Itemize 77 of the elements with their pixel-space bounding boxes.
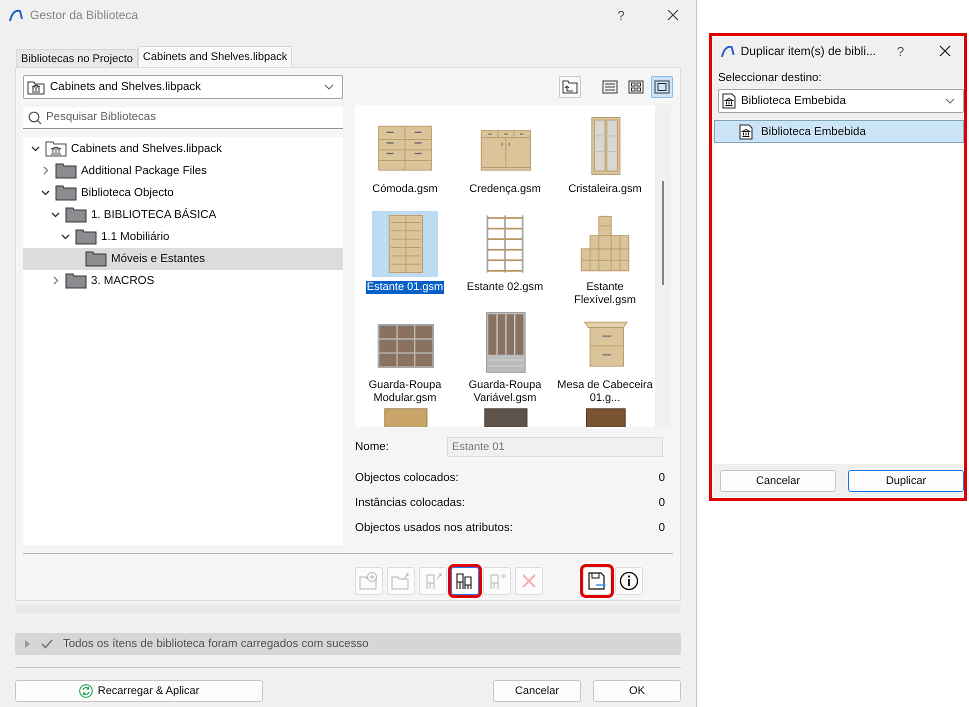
folder-icon bbox=[65, 272, 87, 289]
folder-icon bbox=[75, 228, 97, 245]
view-button[interactable] bbox=[559, 76, 581, 98]
grid-view-icon bbox=[628, 80, 644, 94]
folder-export-icon bbox=[391, 571, 411, 591]
app-logo-icon bbox=[8, 7, 24, 23]
library-icon bbox=[27, 78, 45, 95]
destination-item[interactable]: Biblioteca Embebida bbox=[714, 120, 964, 143]
close-icon bbox=[667, 9, 679, 21]
ok-button[interactable]: OK bbox=[593, 680, 681, 702]
reload-apply-button[interactable]: Recarregar & Aplicar bbox=[15, 680, 263, 702]
close-icon bbox=[938, 45, 950, 57]
tree-item[interactable]: 3. MACROS bbox=[23, 270, 343, 292]
search-field[interactable]: Pesquisar Bibliotecas bbox=[23, 106, 343, 129]
tab[interactable]: Bibliotecas no Projecto bbox=[16, 49, 138, 67]
app-logo-icon bbox=[720, 43, 736, 59]
stat-label: Objectos colocados: bbox=[355, 472, 459, 484]
object-item[interactable]: Cristaleira.gsm bbox=[555, 113, 655, 211]
stat-value: 0 bbox=[658, 472, 665, 484]
scrollbar-thumb[interactable] bbox=[662, 181, 664, 285]
cancel-button[interactable]: Cancelar bbox=[720, 470, 836, 492]
chevron-down-icon bbox=[945, 98, 955, 104]
refresh-icon bbox=[78, 684, 93, 698]
folder-icon bbox=[65, 206, 87, 223]
tree-item[interactable]: Additional Package Files bbox=[23, 160, 343, 182]
chevron-down-icon[interactable] bbox=[61, 232, 70, 242]
object-item[interactable]: Mesa de Cabeceira 01.g... bbox=[555, 309, 655, 407]
list-view-icon bbox=[602, 80, 618, 94]
large-view-icon bbox=[654, 80, 670, 94]
library-file-icon bbox=[739, 124, 753, 140]
chevron-down-icon bbox=[324, 84, 334, 90]
folder-up-icon bbox=[562, 80, 578, 94]
duplicate-button[interactable]: Duplicar bbox=[848, 470, 964, 492]
object-item[interactable]: Estante 01.gsm bbox=[355, 211, 455, 309]
help-button[interactable]: ? bbox=[880, 36, 920, 66]
stat-value: 0 bbox=[658, 496, 665, 508]
cancel-button[interactable]: Cancelar bbox=[493, 680, 581, 702]
tree-item[interactable]: 1. BIBLIOTECA BÁSICA bbox=[23, 204, 343, 226]
object-item[interactable]: Estante 02.gsm bbox=[455, 211, 555, 309]
destination-label: Seleccionar destino: bbox=[718, 72, 823, 84]
library-icon bbox=[45, 140, 67, 157]
folder-icon bbox=[85, 250, 107, 267]
object-item[interactable]: Guarda-Roupa Modular.gsm bbox=[355, 309, 455, 407]
checkmark-icon bbox=[41, 639, 53, 649]
object-item[interactable]: Guarda-Roupa Variável.gsm bbox=[455, 309, 555, 407]
status-message: Todos os ítens de biblioteca foram carregados com sucesso bbox=[63, 638, 369, 650]
stat-label: Objectos usados nos atributos: bbox=[355, 522, 513, 534]
object-item[interactable]: Credença.gsm bbox=[455, 113, 555, 211]
tab[interactable]: Cabinets and Shelves.libpack bbox=[138, 46, 292, 67]
stat-label: Instâncias colocadas: bbox=[355, 496, 465, 508]
library-file-icon bbox=[722, 93, 736, 109]
chevron-right-icon[interactable] bbox=[41, 166, 50, 176]
chevron-down-icon[interactable] bbox=[51, 210, 60, 220]
dialog-title: Duplicar item(s) de bibli... bbox=[740, 44, 876, 58]
folder-icon bbox=[55, 162, 77, 179]
info-icon bbox=[619, 571, 639, 591]
search-icon bbox=[28, 110, 42, 125]
window-title: Gestor da Biblioteca bbox=[30, 8, 140, 22]
help-button[interactable]: ? bbox=[598, 0, 644, 30]
view-button[interactable] bbox=[651, 76, 673, 98]
chevron-down-icon[interactable] bbox=[31, 144, 40, 154]
folder-add-icon bbox=[359, 571, 379, 591]
tree-item[interactable]: 1.1 Mobiliário bbox=[23, 226, 343, 248]
chevron-down-icon[interactable] bbox=[41, 188, 50, 198]
save-icon bbox=[587, 571, 607, 591]
destination-dropdown[interactable]: Biblioteca Embebida bbox=[718, 89, 964, 113]
object-item[interactable]: Cómoda.gsm bbox=[355, 113, 455, 211]
toolbar-button[interactable] bbox=[451, 567, 479, 595]
library-dropdown[interactable]: Cabinets and Shelves.libpack bbox=[23, 75, 343, 99]
tree-item[interactable]: Cabinets and Shelves.libpack bbox=[23, 138, 343, 160]
chevron-right-icon[interactable] bbox=[51, 276, 60, 286]
stat-value: 0 bbox=[658, 522, 665, 534]
name-label: Nome: bbox=[355, 441, 390, 453]
object-item[interactable]: Estante Flexível.gsm bbox=[555, 211, 655, 309]
tree-item[interactable]: Biblioteca Objecto bbox=[23, 182, 343, 204]
folder-icon bbox=[55, 184, 77, 201]
tree-item[interactable]: Móveis e Estantes bbox=[23, 248, 343, 270]
